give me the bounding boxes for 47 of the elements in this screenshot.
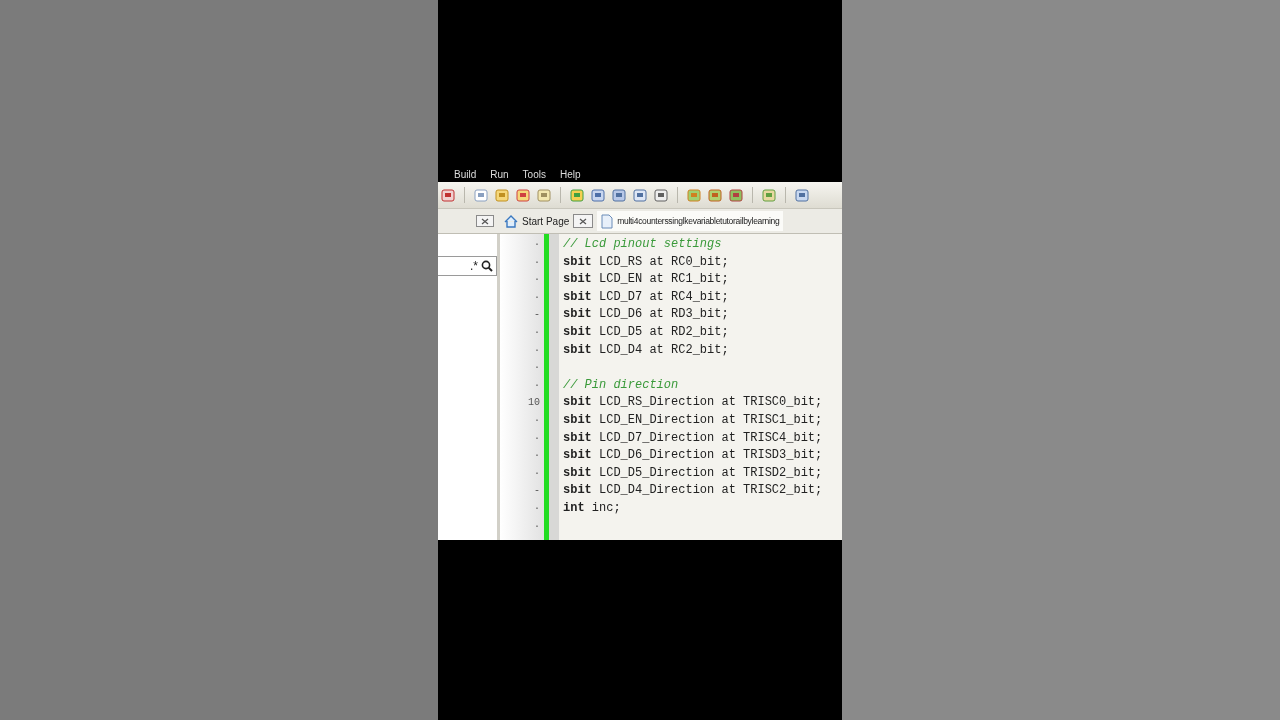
home-icon: [504, 214, 518, 228]
line-marker: ·: [534, 239, 540, 250]
code-line: sbit LCD_D6_Direction at TRISD3_bit;: [563, 448, 823, 463]
code-line: sbit LCD_D4_Direction at TRISC2_bit;: [563, 483, 823, 498]
line-marker: ·: [534, 362, 540, 374]
code-line: sbit LCD_EN at RC1_bit;: [563, 272, 729, 287]
search-icon: [481, 260, 493, 272]
code-line: sbit LCD_D4 at RC2_bit;: [563, 342, 729, 357]
line-marker: ·: [534, 432, 540, 444]
code-line: sbit LCD_D7_Direction at TRISC4_bit;: [563, 430, 823, 445]
close-button[interactable]: [476, 215, 494, 227]
code-line: sbit LCD_RS at RC0_bit;: [563, 254, 729, 269]
code-line: sbit LCD_D5 at RD2_bit;: [563, 324, 729, 339]
code-comment: // Lcd pinout settings: [563, 237, 722, 251]
code-line: sbit LCD_RS_Direction at TRISC0_bit;: [563, 395, 823, 410]
line-marker: -: [534, 309, 540, 321]
line-marker: -: [534, 485, 540, 497]
close-icon: [579, 217, 588, 225]
line-marker: ·: [534, 326, 540, 338]
close-icon: [481, 217, 489, 225]
line-marker: ·: [534, 291, 540, 303]
line-marker: ·: [534, 450, 540, 462]
line-marker: ·: [534, 274, 540, 286]
line-marker: ·: [534, 379, 540, 391]
code-line: sbit LCD_D6 at RD3_bit;: [563, 307, 729, 322]
line-marker: ·: [534, 414, 540, 426]
exit-icon[interactable]: [440, 187, 456, 203]
close-button[interactable]: [573, 214, 594, 228]
line-marker: ·: [534, 256, 540, 268]
menu-item[interactable]: Build: [454, 169, 477, 181]
code-line: sbit LCD_EN_Direction at TRISC1_bit;: [563, 412, 823, 427]
code-line: int inc;: [563, 500, 621, 515]
editor-tab[interactable]: multi4counterssinglkevariabletutorailbylearning: [597, 211, 784, 231]
line-marker: ·: [534, 344, 540, 356]
code-line: sbit LCD_D7 at RC4_bit;: [563, 289, 729, 304]
line-marker: 10: [528, 397, 540, 409]
code-comment: // Pin direction: [563, 377, 679, 392]
document-icon: [601, 213, 614, 229]
code-line: sbit LCD_D5_Direction at TRISD2_bit;: [563, 465, 823, 480]
line-marker: ·: [534, 520, 540, 532]
line-marker: ·: [534, 502, 540, 514]
search-field[interactable]: .*: [438, 256, 497, 276]
menu-item[interactable]: Run: [490, 169, 509, 181]
menu-item[interactable]: Help: [559, 169, 581, 181]
line-marker: ·: [534, 467, 540, 479]
menu-item[interactable]: Tools: [522, 169, 546, 181]
editor-tab[interactable]: Start Page: [500, 211, 598, 231]
